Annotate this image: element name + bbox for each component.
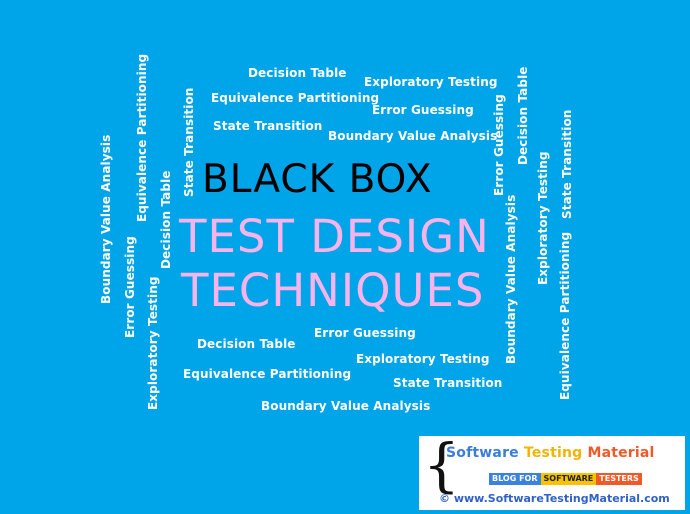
word-error-guessing: Error Guessing — [314, 326, 416, 340]
headline-test-design: TEST DESIGN — [179, 210, 490, 263]
word-state-transition: State Transition — [213, 119, 323, 133]
word-exploratory-testing: Exploratory Testing — [146, 276, 160, 410]
logo-url: © www.SoftwareTestingMaterial.com — [439, 492, 670, 505]
tagline-testers: TESTERS — [596, 473, 642, 485]
word-state-transition: State Transition — [182, 87, 196, 197]
word-exploratory-testing: Exploratory Testing — [536, 151, 550, 285]
software-testing-material-logo: { Software Testing Material BLOG FOR SOF… — [419, 436, 685, 510]
word-exploratory-testing: Exploratory Testing — [356, 352, 490, 366]
headline-black-box: BLACK BOX — [202, 157, 433, 202]
word-error-guessing: Error Guessing — [123, 236, 137, 338]
word-boundary-value-analysis: Boundary Value Analysis — [99, 134, 113, 304]
word-boundary-value-analysis: Boundary Value Analysis — [328, 129, 498, 143]
logo-brand-name: Software Testing Material — [446, 445, 655, 461]
word-equivalence-partitioning: Equivalence Partitioning — [135, 53, 149, 222]
word-exploratory-testing: Exploratory Testing — [364, 75, 498, 89]
word-boundary-value-analysis: Boundary Value Analysis — [504, 194, 518, 364]
word-decision-table: Decision Table — [248, 66, 347, 80]
brand-testing: Testing — [523, 445, 588, 461]
word-state-transition: State Transition — [560, 109, 574, 219]
brand-material: Material — [587, 445, 655, 461]
word-decision-table: Decision Table — [516, 66, 530, 165]
word-state-transition: State Transition — [393, 376, 503, 390]
word-cloud-banner: Decision Table Exploratory Testing Equiv… — [0, 0, 690, 514]
headline-techniques: TECHNIQUES — [181, 264, 485, 317]
brand-software: Software — [446, 445, 524, 461]
word-equivalence-partitioning: Equivalence Partitioning — [183, 367, 352, 381]
word-decision-table: Decision Table — [159, 170, 173, 269]
logo-tagline: BLOG FOR SOFTWARE TESTERS — [489, 473, 642, 485]
word-equivalence-partitioning: Equivalence Partitioning — [211, 91, 380, 105]
word-boundary-value-analysis: Boundary Value Analysis — [261, 399, 431, 413]
tagline-software: SOFTWARE — [540, 473, 597, 485]
word-error-guessing: Error Guessing — [372, 103, 474, 117]
tagline-blog-for: BLOG FOR — [489, 473, 541, 485]
word-equivalence-partitioning: Equivalence Partitioning — [558, 231, 572, 400]
word-error-guessing: Error Guessing — [492, 94, 506, 196]
word-decision-table: Decision Table — [197, 337, 296, 351]
